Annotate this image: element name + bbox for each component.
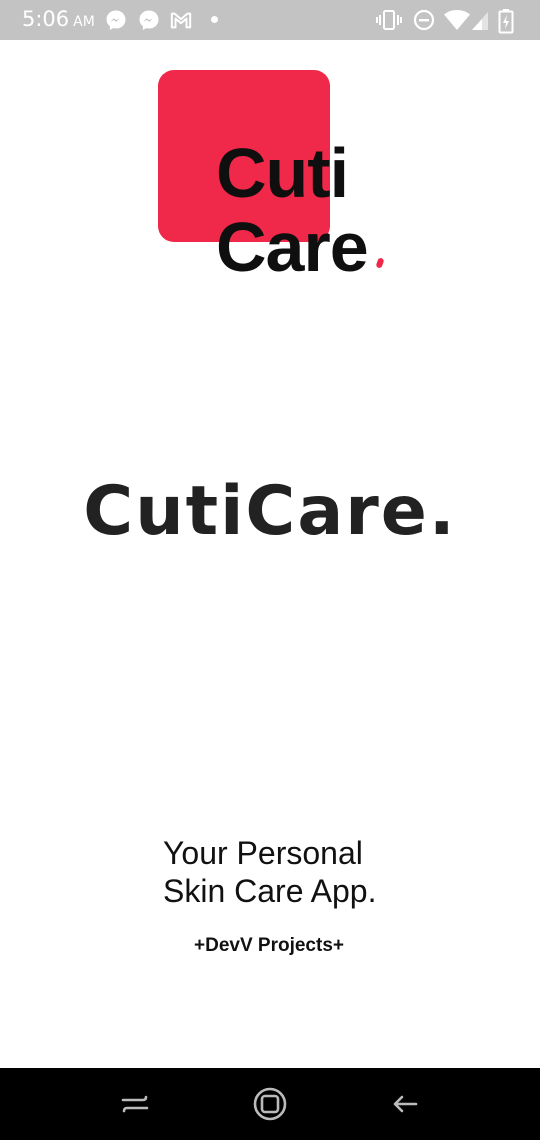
- back-icon[interactable]: [387, 1086, 423, 1122]
- clock-ampm: AM: [73, 14, 95, 30]
- developer-credit: +DevV Projects+: [194, 935, 344, 956]
- wifi-icon: [444, 10, 470, 30]
- splash-screen: 5:06 AM Cuti Care CutiCare. Your Persona…: [0, 0, 540, 1140]
- tagline-line-1: Your Personal: [163, 835, 363, 871]
- more-notifications-dot: [211, 16, 218, 23]
- clock-time: 5:06: [22, 7, 70, 31]
- tagline: Your Personal Skin Care App.: [163, 834, 376, 910]
- app-logo: Cuti Care: [158, 70, 398, 286]
- app-title: CutiCare.: [83, 472, 457, 551]
- logo-text-line-2: Care: [216, 208, 369, 286]
- gmail-icon: [170, 12, 192, 29]
- battery-charging-icon: [498, 9, 514, 34]
- tagline-line-2: Skin Care App.: [163, 873, 377, 909]
- vibrate-icon: [376, 10, 402, 30]
- recents-icon[interactable]: [117, 1086, 153, 1122]
- navigation-bar: [0, 1068, 540, 1140]
- signal-icon: [472, 12, 488, 30]
- status-time: 5:06 AM: [22, 7, 95, 31]
- home-icon[interactable]: [252, 1086, 288, 1122]
- do-not-disturb-icon: [413, 9, 435, 31]
- messenger-icon: [106, 10, 126, 30]
- status-bar: 5:06 AM: [0, 0, 540, 40]
- messenger-icon: [139, 10, 159, 30]
- logo-accent-dot: [375, 257, 385, 269]
- logo-text-line-1: Cuti: [216, 134, 349, 212]
